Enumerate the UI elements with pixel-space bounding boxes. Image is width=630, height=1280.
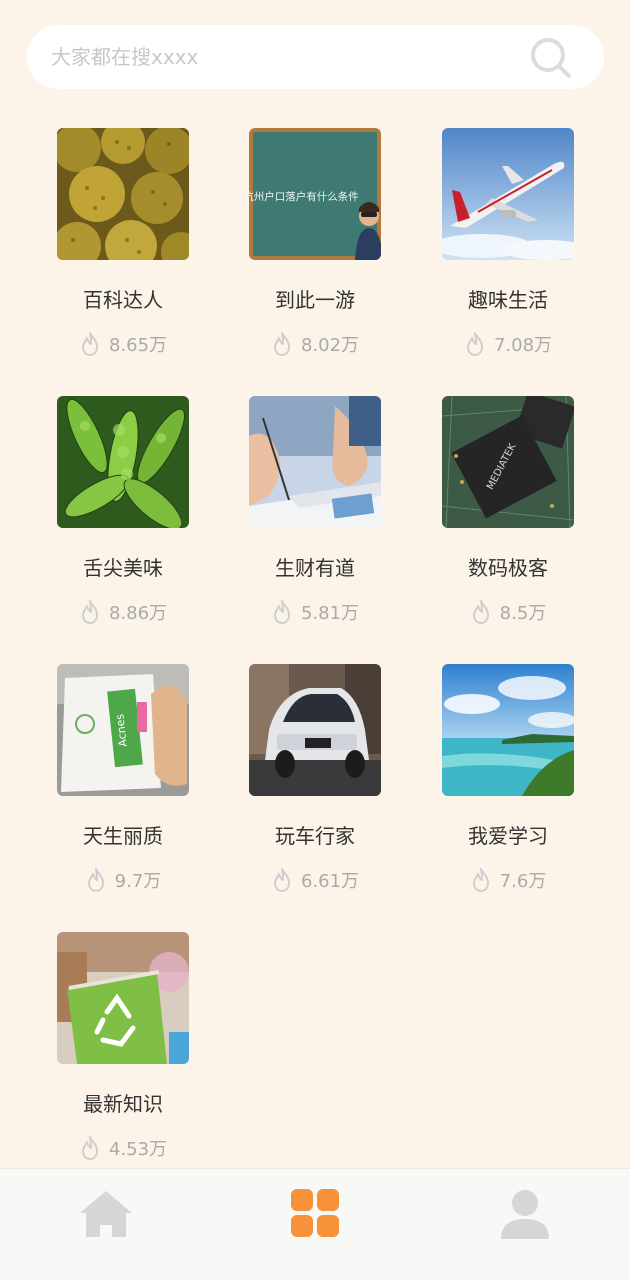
bottom-tab-bar (0, 1168, 630, 1280)
fire-icon (472, 600, 489, 624)
heat-count: 8.65万 (108, 335, 168, 356)
heat-count: 9.7万 (114, 871, 162, 892)
category-title: 我爱学习 (468, 824, 548, 848)
heat-count: 5.81万 (300, 603, 360, 624)
seascape-image (442, 664, 574, 796)
fire-icon (87, 868, 104, 892)
airplane-image (442, 128, 574, 260)
chip-image: MEDIATEK (442, 396, 574, 528)
search-bar[interactable] (27, 25, 604, 89)
fire-icon (81, 1136, 98, 1160)
category-title: 数码极客 (468, 556, 548, 580)
fire-icon (81, 600, 98, 624)
fire-icon (466, 332, 483, 356)
category-title: 最新知识 (83, 1092, 163, 1116)
fire-icon (273, 332, 290, 356)
heat-indicator: 4.53万 (27, 1134, 219, 1162)
category-title: 生财有道 (275, 556, 355, 580)
category-title: 百科达人 (83, 288, 163, 312)
chalkboard-image: 杭州户口落户有什么条件 (249, 128, 381, 260)
writing-hands-image (249, 396, 381, 528)
category-title: 舌尖美味 (83, 556, 163, 580)
heat-indicator: 9.7万 (27, 866, 219, 894)
chalkboard-caption: 杭州户口落户有什么条件 (249, 190, 359, 203)
heat-indicator: 8.65万 (27, 330, 219, 358)
recycle-bag-image (57, 932, 189, 1064)
heat-count: 8.02万 (300, 335, 360, 356)
user-icon (501, 1190, 549, 1239)
grid-icon (291, 1189, 339, 1237)
durian-image (57, 128, 189, 260)
tab-home[interactable] (76, 1187, 136, 1243)
heat-indicator: 7.08万 (412, 330, 604, 358)
fire-icon (81, 332, 98, 356)
product-bag-image: Acnes (57, 664, 189, 796)
category-title: 到此一游 (275, 288, 355, 312)
heat-indicator: 8.02万 (219, 330, 411, 358)
heat-indicator: 5.81万 (219, 598, 411, 626)
heat-count: 6.61万 (300, 871, 360, 892)
home-icon (80, 1191, 132, 1237)
heat-count: 7.6万 (499, 871, 547, 892)
heat-indicator: 8.5万 (412, 598, 604, 626)
heat-indicator: 7.6万 (412, 866, 604, 894)
heat-indicator: 8.86万 (27, 598, 219, 626)
tab-categories[interactable] (285, 1187, 345, 1243)
fire-icon (472, 868, 489, 892)
heat-count: 4.53万 (108, 1139, 168, 1160)
search-icon[interactable] (528, 36, 574, 80)
heat-count: 8.86万 (108, 603, 168, 624)
fire-icon (273, 600, 290, 624)
edamame-image (57, 396, 189, 528)
suv-image (249, 664, 381, 796)
category-title: 天生丽质 (83, 824, 163, 848)
fire-icon (273, 868, 290, 892)
tab-profile[interactable] (495, 1187, 555, 1243)
category-title: 玩车行家 (275, 824, 355, 848)
heat-count: 8.5万 (499, 603, 547, 624)
heat-count: 7.08万 (493, 335, 553, 356)
search-input[interactable] (51, 41, 521, 73)
heat-indicator: 6.61万 (219, 866, 411, 894)
category-title: 趣味生活 (468, 288, 548, 312)
